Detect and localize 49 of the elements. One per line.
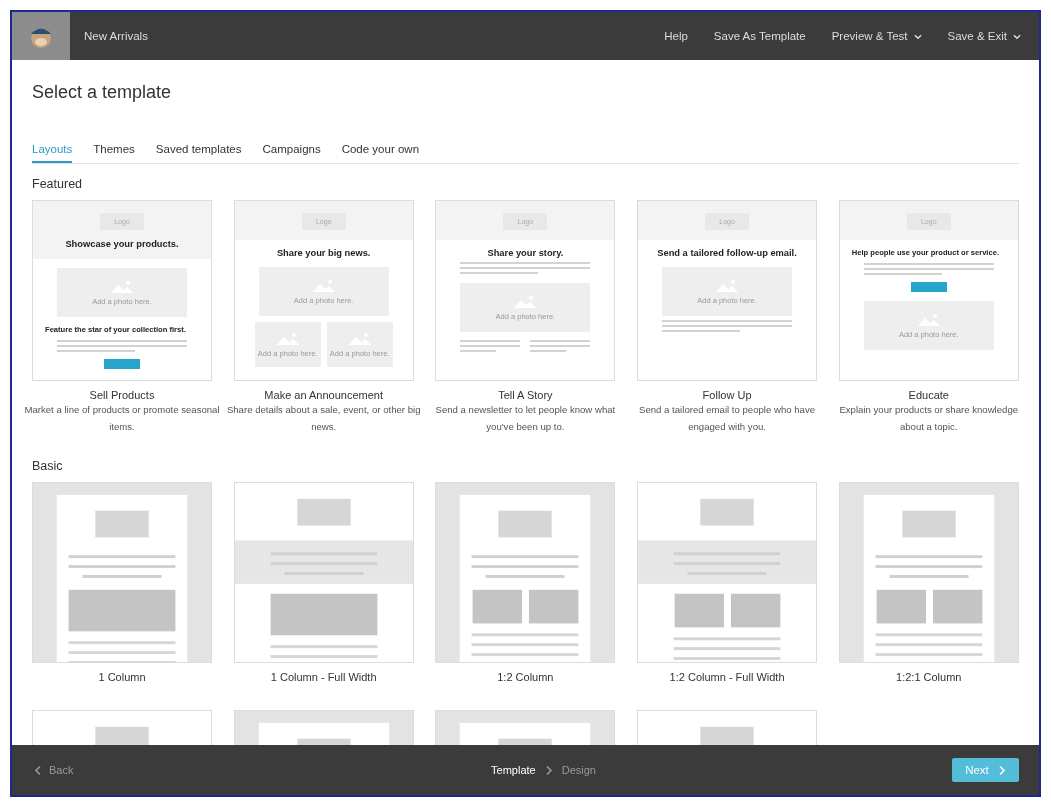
campaign-title: New Arrivals (84, 30, 148, 42)
layout-thumbnail[interactable] (233, 482, 414, 663)
preview-headline: Share your big news. (276, 248, 371, 258)
template-name: Sell Products (89, 389, 155, 401)
tab[interactable]: Campaigns (262, 143, 321, 163)
preview-headline: Share your story. (487, 248, 564, 258)
chevron-down-icon (1013, 32, 1021, 40)
template-description: Send a newsletter to let people know what you've been up to. (434, 403, 617, 434)
layout-name: 1 Column (98, 671, 146, 683)
template-description: Share details about a sale, event, or other big news. (225, 403, 422, 434)
template-name: Make an Announcement (264, 389, 383, 401)
template-description: Send a tailored email to people who have engaged with you. (638, 403, 817, 434)
layout-name: 1:2 Column - Full Width (669, 671, 785, 683)
menu-item[interactable]: Help (664, 30, 688, 42)
layout-name: 1:2 Column (497, 671, 554, 683)
tab[interactable]: Code your own (341, 143, 420, 163)
app-logo[interactable] (12, 12, 70, 60)
menu-item[interactable]: Save As Template (713, 30, 806, 42)
template-name: Tell A Story (498, 389, 553, 401)
step-label: Template (491, 764, 536, 776)
template-description: Market a line of products or promote seasonal items. (23, 403, 221, 434)
chevron-right-icon (997, 764, 1006, 776)
template-name: Follow Up (702, 389, 752, 401)
preview-headline: Send a tailored follow-up email. (657, 248, 797, 258)
placeholder-text-drawing (460, 340, 521, 352)
template-description: Explain your products or share knowledge about a topic. (838, 403, 1020, 434)
section-heading: Basic (32, 459, 64, 473)
tab[interactable]: Saved templates (155, 143, 242, 163)
menu-item[interactable]: Preview & Test (831, 30, 922, 42)
chevron-right-icon (544, 764, 553, 776)
layout-thumbnail[interactable] (838, 482, 1019, 663)
step-label: Design (561, 764, 596, 776)
back-button[interactable]: Back (34, 764, 74, 776)
preview-button (104, 359, 140, 369)
menu-item[interactable]: Save & Exit (947, 30, 1021, 42)
layout-thumbnail[interactable] (32, 482, 212, 663)
template-name: Educate (908, 389, 949, 401)
tab[interactable]: Themes (93, 143, 135, 163)
layout-thumbnail[interactable] (435, 482, 616, 663)
page-title: Select a template (32, 82, 173, 103)
chevron-left-icon (34, 764, 42, 776)
placeholder-text-drawing (530, 340, 591, 352)
chevron-down-icon (913, 32, 922, 40)
preview-headline: Showcase your products. (65, 239, 179, 249)
section-heading: Featured (32, 177, 84, 191)
layout-name: 1 Column - Full Width (270, 671, 377, 683)
layout-name: 1:2:1 Column (896, 671, 962, 683)
layout-thumbnail[interactable] (637, 482, 818, 663)
preview-button (910, 282, 947, 292)
